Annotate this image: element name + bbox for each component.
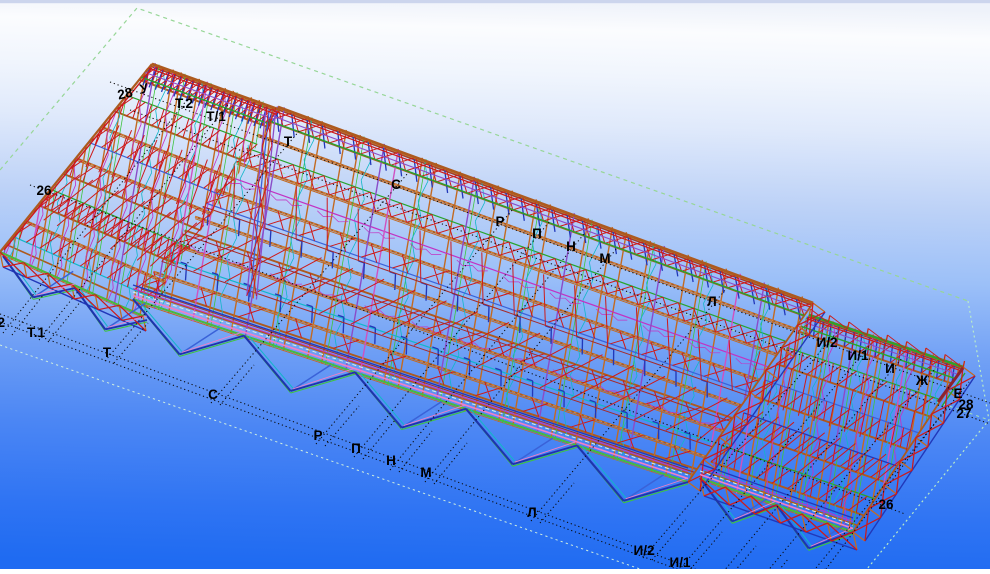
svg-text:Т.1: Т.1 [27, 325, 45, 340]
svg-text:26: 26 [36, 183, 52, 198]
svg-text:26: 26 [878, 497, 894, 512]
svg-text:П: П [532, 226, 542, 241]
svg-text:Т/1: Т/1 [206, 109, 226, 124]
svg-text:И/2: И/2 [817, 335, 838, 350]
svg-text:Н: Н [566, 239, 576, 254]
svg-text:П: П [351, 441, 361, 456]
svg-text:Р: Р [495, 214, 504, 229]
svg-text:И: И [885, 361, 895, 376]
svg-text:27: 27 [956, 406, 971, 421]
svg-text:М: М [420, 465, 431, 480]
svg-text:Ж: Ж [915, 373, 929, 388]
svg-text:И/2: И/2 [634, 543, 655, 558]
svg-text:С: С [208, 387, 218, 402]
svg-text:Л: Л [707, 294, 716, 309]
svg-text:Т: Т [103, 345, 112, 360]
svg-text:Т.2: Т.2 [175, 96, 193, 111]
svg-text:Т.2: Т.2 [0, 315, 5, 330]
svg-text:Л: Л [527, 505, 536, 520]
svg-text:С: С [391, 177, 401, 192]
svg-text:И/1: И/1 [848, 348, 869, 363]
svg-text:И/1: И/1 [670, 555, 691, 569]
svg-text:Т: Т [284, 134, 293, 149]
svg-text:М: М [599, 251, 610, 266]
svg-text:Р: Р [313, 428, 322, 443]
svg-text:Н: Н [386, 453, 396, 468]
